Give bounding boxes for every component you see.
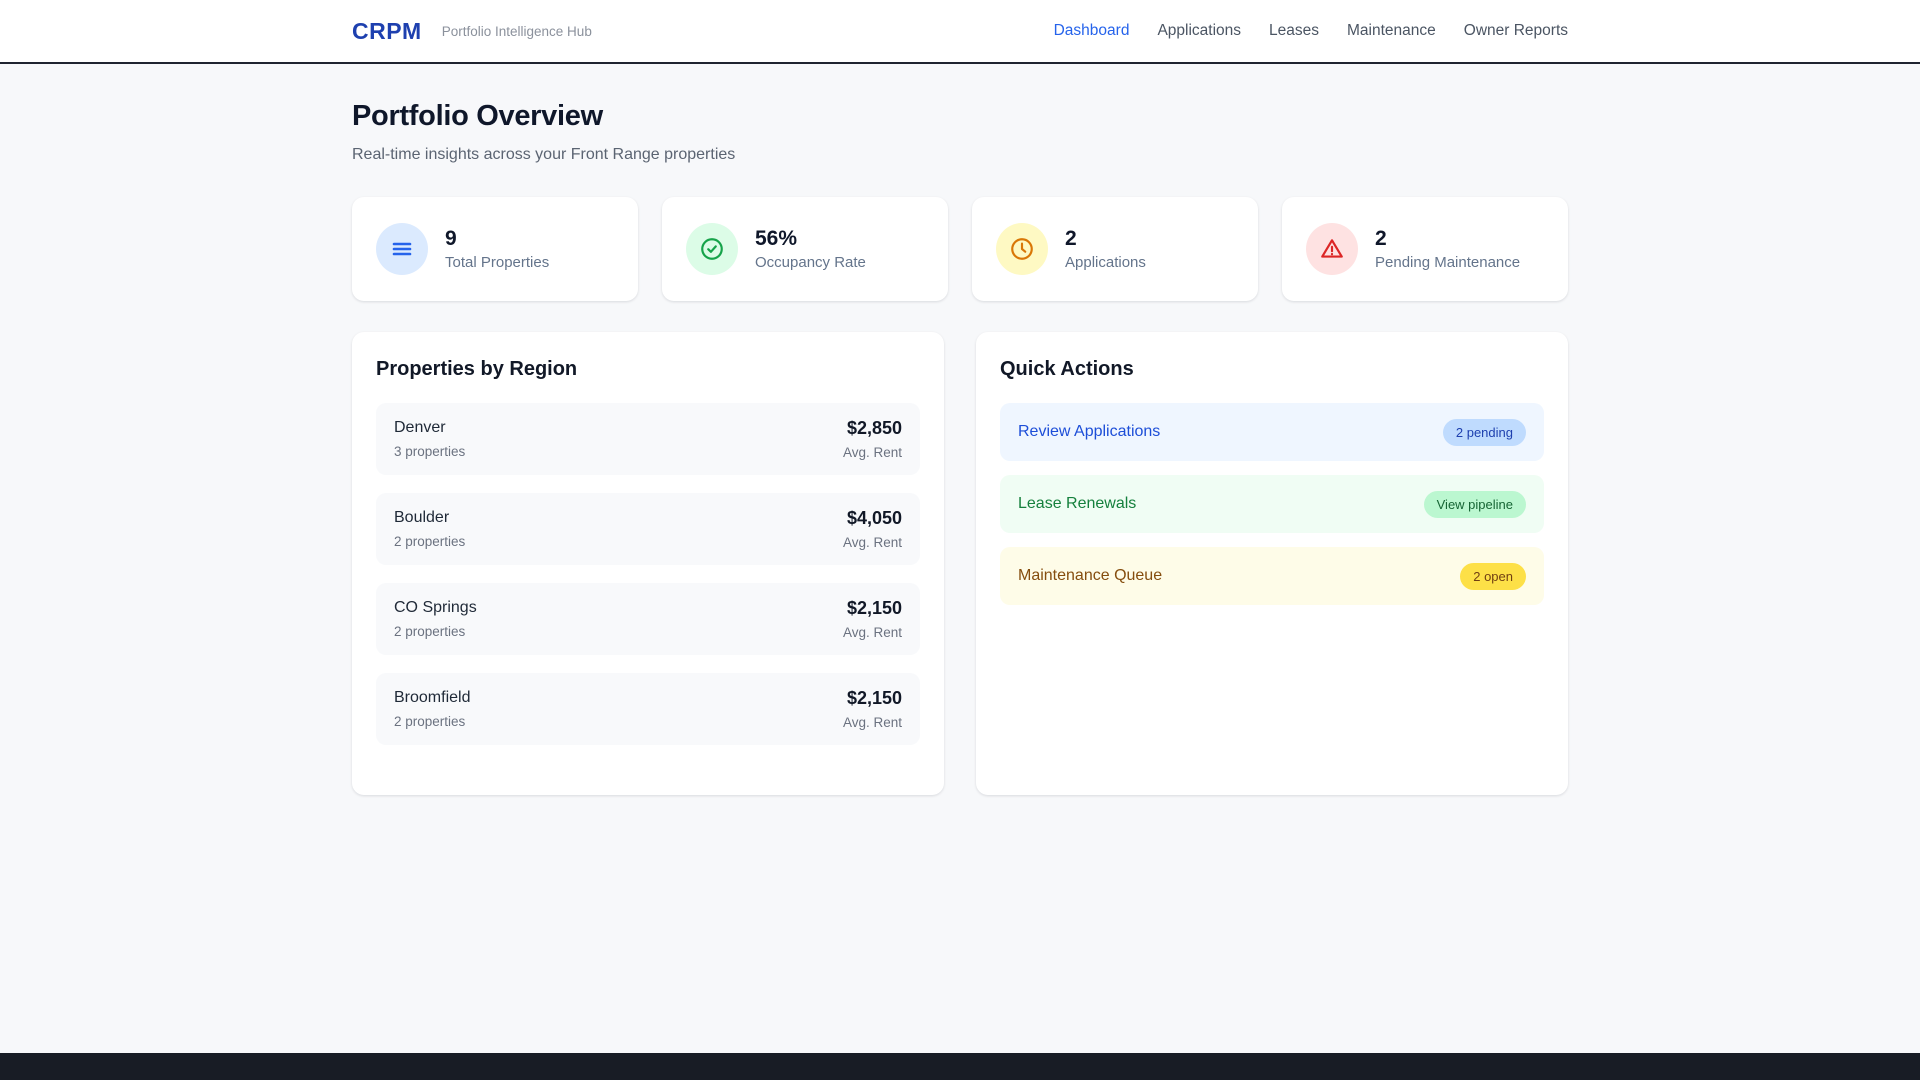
region-name: Broomfield: [394, 689, 471, 706]
region-avg-rent-label: Avg. Rent: [842, 625, 902, 640]
region-row-denver: Denver 3 properties $2,850 Avg. Rent: [376, 403, 920, 475]
region-avg-rent-label: Avg. Rent: [842, 715, 902, 730]
open-count-badge: 2 open: [1460, 562, 1526, 590]
alert-triangle-icon: [1306, 223, 1358, 275]
region-avg-rent-label: Avg. Rent: [842, 445, 902, 460]
app-tagline: Portfolio Intelligence Hub: [441, 23, 592, 39]
stat-label-pending-maintenance: Pending Maintenance: [1375, 254, 1521, 272]
nav-item-dashboard[interactable]: Dashboard: [1054, 22, 1130, 40]
region-avg-rent: $4,050: [846, 508, 902, 528]
region-count: 2 properties: [394, 624, 466, 639]
stat-value-applications: 2: [1065, 226, 1077, 250]
stat-label-applications: Applications: [1065, 254, 1146, 272]
stat-label-occupancy-rate: Occupancy Rate: [755, 254, 866, 272]
region-avg-rent: $2,850: [846, 418, 902, 438]
stat-card-applications: 2 Applications: [972, 197, 1258, 301]
stat-value-occupancy-rate: 56%: [755, 226, 798, 250]
region-row-co-springs: CO Springs 2 properties $2,150 Avg. Rent: [376, 583, 920, 655]
stat-card-total-properties: 9 Total Properties: [352, 197, 638, 301]
menu-icon: [376, 223, 428, 275]
top-navigation-bar: CRPM Portfolio Intelligence Hub Dashboar…: [0, 0, 1920, 64]
quick-action-label: Review Applications: [1018, 423, 1161, 440]
clock-icon: [996, 223, 1048, 275]
region-avg-rent: $2,150: [846, 688, 902, 708]
region-avg-rent-label: Avg. Rent: [842, 535, 902, 550]
quick-action-review-applications[interactable]: Review Applications 2 pending: [1000, 403, 1544, 461]
stat-card-occupancy-rate: 56% Occupancy Rate: [662, 197, 948, 301]
nav-item-leases[interactable]: Leases: [1269, 22, 1319, 40]
quick-action-label: Lease Renewals: [1018, 495, 1137, 512]
main-content: Portfolio Overview Real-time insights ac…: [352, 100, 1568, 795]
region-avg-rent: $2,150: [846, 598, 902, 618]
quick-action-maintenance-queue[interactable]: Maintenance Queue 2 open: [1000, 547, 1544, 605]
nav-item-applications[interactable]: Applications: [1157, 22, 1241, 40]
region-row-boulder: Boulder 2 properties $4,050 Avg. Rent: [376, 493, 920, 565]
check-circle-icon: [686, 223, 738, 275]
taskbar: [0, 1053, 1920, 1080]
quick-action-label: Maintenance Queue: [1018, 567, 1163, 584]
quick-action-lease-renewals[interactable]: Lease Renewals View pipeline: [1000, 475, 1544, 533]
nav-item-owner-reports[interactable]: Owner Reports: [1464, 22, 1568, 40]
region-name: CO Springs: [394, 599, 477, 616]
properties-by-region-panel: Properties by Region Denver 3 properties…: [352, 332, 944, 795]
region-count: 2 properties: [394, 714, 466, 729]
region-row-broomfield: Broomfield 2 properties $2,150 Avg. Rent: [376, 673, 920, 745]
quick-actions-title: Quick Actions: [1000, 358, 1134, 380]
page-title: Portfolio Overview: [352, 100, 603, 132]
regions-panel-title: Properties by Region: [376, 358, 578, 380]
quick-actions-panel: Quick Actions Review Applications 2 pend…: [976, 332, 1568, 795]
stats-row: 9 Total Properties 56% Occupancy Rate 2 …: [352, 197, 1568, 301]
region-name: Denver: [394, 419, 446, 436]
region-count: 2 properties: [394, 534, 466, 549]
view-pipeline-badge: View pipeline: [1423, 490, 1526, 518]
stat-label-total-properties: Total Properties: [445, 254, 550, 272]
region-count: 3 properties: [394, 444, 466, 459]
stat-value-pending-maintenance: 2: [1375, 226, 1387, 250]
pending-count-badge: 2 pending: [1442, 418, 1526, 446]
stat-value-total-properties: 9: [445, 226, 457, 250]
stat-card-pending-maintenance: 2 Pending Maintenance: [1282, 197, 1568, 301]
region-name: Boulder: [394, 509, 450, 526]
page-subtitle: Real-time insights across your Front Ran…: [352, 146, 736, 163]
nav-item-maintenance[interactable]: Maintenance: [1347, 22, 1436, 40]
app-logo[interactable]: CRPM: [352, 18, 422, 45]
main-nav: Dashboard Applications Leases Maintenanc…: [1054, 22, 1568, 40]
